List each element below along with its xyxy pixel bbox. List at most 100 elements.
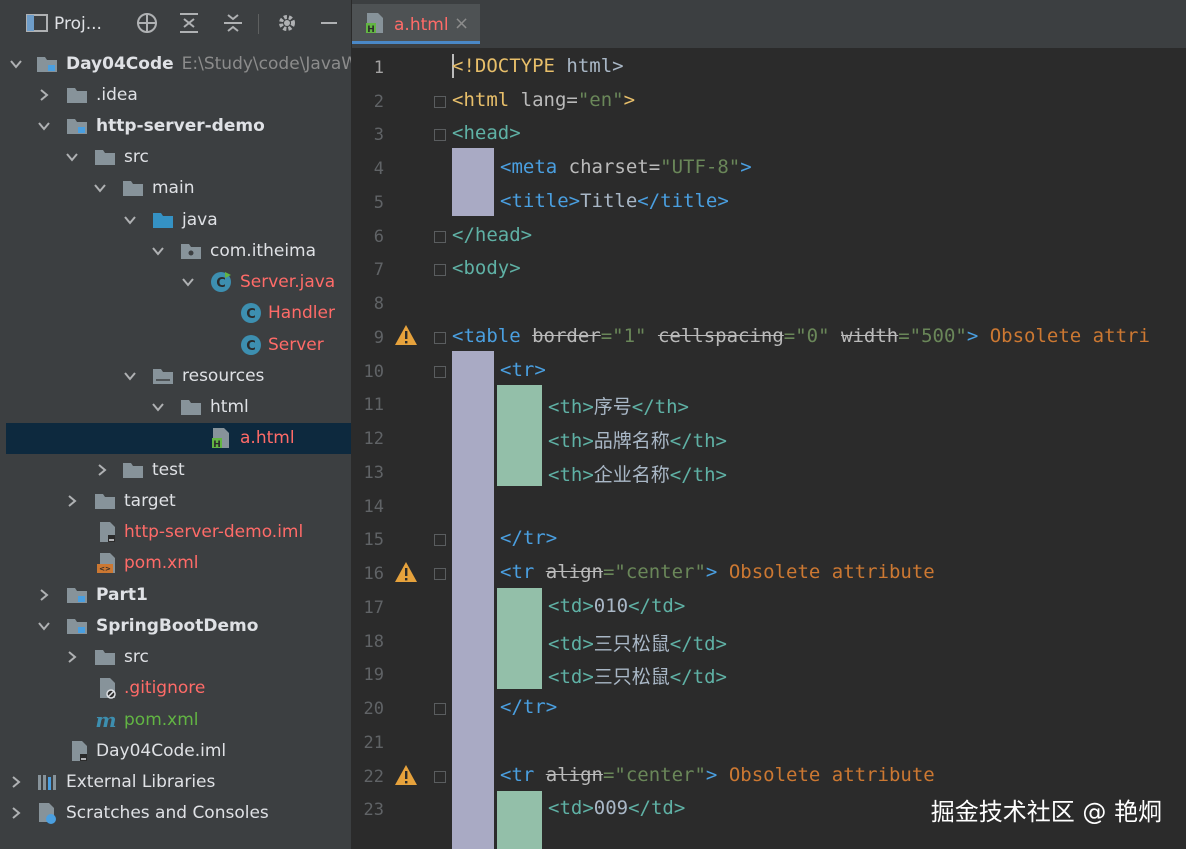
tree-item-src-2[interactable]: src (0, 642, 351, 673)
code-line-17: <td>010</td> (548, 595, 685, 617)
tree-item-pom-xml[interactable]: <> pom.xml (0, 548, 351, 579)
tree-item-test[interactable]: test (0, 455, 351, 486)
code-token: > (740, 156, 752, 178)
fold-icon[interactable] (434, 534, 446, 546)
collapse-all-icon[interactable] (220, 10, 246, 36)
tab-a-html[interactable]: H a.html × (352, 4, 480, 44)
code-token: 品牌名称 (593, 430, 670, 452)
fold-icon[interactable] (434, 96, 446, 108)
tree-item-label: http-server-demo (96, 116, 265, 136)
chevron-down-icon[interactable] (122, 368, 138, 384)
code-line-23: <td>009</td> (548, 797, 685, 819)
warning-icon[interactable] (394, 764, 418, 786)
code-token: ="center" (602, 764, 706, 786)
module-folder-icon (36, 53, 58, 75)
tree-item-handler[interactable]: C Handler (0, 298, 351, 329)
tree-item-com-itheima[interactable]: com.itheima (0, 236, 351, 267)
chevron-right-icon[interactable] (8, 774, 24, 790)
chevron-right-icon[interactable] (36, 587, 52, 603)
tree-item-label: pom.xml (124, 553, 199, 573)
code-line-1: <!DOCTYPE html> (452, 55, 624, 77)
tree-item-main[interactable]: main (0, 173, 351, 204)
warning-icon[interactable] (394, 561, 418, 583)
expand-all-icon[interactable] (176, 10, 202, 36)
iml-file-icon (68, 740, 90, 762)
tree-item-springbootdemo[interactable]: SpringBootDemo (0, 611, 351, 642)
tree-item-server-java[interactable]: C Server.java (0, 267, 351, 298)
fold-icon[interactable] (434, 231, 446, 243)
chevron-right-icon[interactable] (8, 805, 24, 821)
tree-item-label: Handler (268, 303, 335, 323)
fold-icon[interactable] (434, 366, 446, 378)
chevron-down-icon[interactable] (150, 243, 166, 259)
tree-item-target[interactable]: target (0, 486, 351, 517)
code-editor[interactable]: 1 2 3 4 5 6 7 8 9 10 11 12 13 14 15 16 1… (352, 48, 1186, 849)
code-line-11: <th>序号</th> (548, 392, 689, 419)
tree-item-a-html[interactable]: H a.html (6, 423, 351, 454)
tree-item-pom-xml-2[interactable]: m pom.xml (0, 705, 351, 736)
line-number: 6 (373, 227, 384, 247)
minimize-icon[interactable] (316, 10, 342, 36)
code-token: Title (580, 190, 638, 212)
code-line-3: <head> (452, 122, 521, 144)
chevron-right-icon[interactable] (64, 493, 80, 509)
chevron-down-icon[interactable] (122, 212, 138, 228)
tree-item-resources[interactable]: resources (0, 361, 351, 392)
code-line-20: </tr> (500, 696, 557, 718)
fold-icon[interactable] (434, 703, 446, 715)
tree-item-label: SpringBootDemo (96, 616, 259, 636)
fold-icon[interactable] (434, 771, 446, 783)
tree-item-day04code-iml[interactable]: Day04Code.iml (0, 736, 351, 767)
tree-item-server[interactable]: C Server (0, 330, 351, 361)
chevron-right-icon[interactable] (64, 649, 80, 665)
chevron-down-icon[interactable] (150, 399, 166, 415)
close-icon[interactable]: × (454, 13, 469, 34)
line-number: 2 (373, 92, 384, 112)
tree-item-part1[interactable]: Part1 (0, 580, 351, 611)
tree-item-java[interactable]: java (0, 205, 351, 236)
chevron-down-icon[interactable] (8, 56, 24, 72)
tree-item-external-libraries[interactable]: External Libraries (0, 767, 351, 798)
fold-icon[interactable] (434, 264, 446, 276)
code-token: <td> (548, 595, 594, 617)
locate-icon[interactable] (134, 10, 160, 36)
project-view-icon[interactable] (24, 10, 50, 36)
folder-icon (66, 84, 88, 106)
tree-item-http-server-demo[interactable]: http-server-demo (0, 111, 351, 142)
fold-icon[interactable] (434, 568, 446, 580)
chevron-down-icon[interactable] (36, 618, 52, 634)
tree-item-http-server-demo-iml[interactable]: http-server-demo.iml (0, 517, 351, 548)
line-number: 21 (363, 733, 384, 753)
code-token: <head> (452, 122, 521, 144)
tree-item-gitignore[interactable]: .gitignore (0, 673, 351, 704)
code-line-19: <td>三只松鼠</td> (548, 662, 727, 689)
chevron-down-icon[interactable] (180, 274, 196, 290)
tree-item-label: Part1 (96, 585, 148, 605)
iml-file-icon (96, 521, 118, 543)
inline-warning: Obsolete attri (978, 325, 1150, 347)
warning-icon[interactable] (394, 324, 418, 346)
gear-icon[interactable] (274, 10, 300, 36)
tree-item-scratches[interactable]: Scratches and Consoles (0, 798, 351, 829)
code-token: html> (554, 55, 624, 77)
chevron-down-icon[interactable] (64, 149, 80, 165)
html-file-icon: H (210, 427, 232, 449)
tree-item-html[interactable]: html (0, 392, 351, 423)
fold-icon[interactable] (434, 332, 446, 344)
tree-item-src[interactable]: src (0, 142, 351, 173)
fold-icon[interactable] (434, 129, 446, 141)
project-panel-title[interactable]: Proj... (54, 14, 102, 34)
chevron-down-icon[interactable] (36, 118, 52, 134)
tree-item-idea[interactable]: .idea (0, 80, 351, 111)
folder-icon (180, 396, 202, 418)
svg-text:H: H (213, 440, 221, 449)
line-number: 14 (363, 497, 384, 517)
chevron-right-icon[interactable] (94, 462, 110, 478)
tree-item-label: .idea (96, 85, 138, 105)
tree-item-day04code[interactable]: Day04Code E:\Study\code\JavaWe (0, 49, 351, 80)
chevron-right-icon[interactable] (36, 87, 52, 103)
svg-text:C: C (246, 339, 256, 354)
line-number: 4 (373, 159, 384, 179)
code-token: </td> (669, 633, 727, 655)
chevron-down-icon[interactable] (92, 180, 108, 196)
